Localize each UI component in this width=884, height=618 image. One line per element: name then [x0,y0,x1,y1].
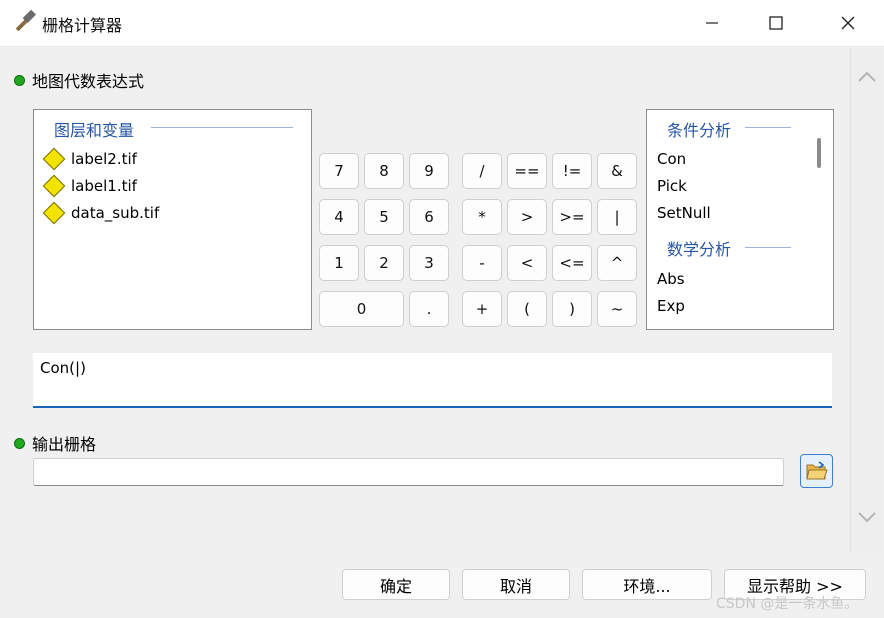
key-plus[interactable]: + [462,291,502,327]
key-2[interactable]: 2 [364,245,404,281]
ok-button[interactable]: 确定 [342,569,450,600]
key-less-equal[interactable]: <= [552,245,592,281]
key-8[interactable]: 8 [364,153,404,189]
minimize-button[interactable] [682,0,742,46]
key-decimal[interactable]: . [409,291,449,327]
key-left-paren[interactable]: ( [507,291,547,327]
key-greater[interactable]: > [507,199,547,235]
raster-diamond-icon [42,147,66,171]
function-item[interactable]: Con [657,150,686,168]
group-divider [151,127,293,128]
map-algebra-label: 地图代数表达式 [32,72,145,91]
key-or[interactable]: | [597,199,637,235]
required-dot-icon [14,75,25,86]
cancel-button[interactable]: 取消 [462,569,570,600]
key-multiply[interactable]: * [462,199,502,235]
key-divide[interactable]: / [462,153,502,189]
close-button[interactable] [818,0,878,46]
layer-item[interactable]: label2.tif [42,146,137,172]
required-dot-icon [14,438,25,449]
key-equal[interactable]: == [507,153,547,189]
function-item[interactable]: Abs [657,270,685,288]
layers-group-header: 图层和变量 [54,121,135,140]
close-icon [841,16,855,30]
key-4[interactable]: 4 [319,199,359,235]
key-0[interactable]: 0 [319,291,404,327]
layer-name: label2.tif [71,150,137,168]
chevron-up-icon[interactable] [856,66,878,88]
layer-name: label1.tif [71,177,137,195]
function-item[interactable]: Pick [657,177,687,195]
vertical-scrollbar[interactable] [850,48,883,552]
key-xor[interactable]: ^ [597,245,637,281]
expression-text: Con(|) [40,359,86,377]
environments-button[interactable]: 环境... [582,569,712,600]
maximize-button[interactable] [746,0,806,46]
key-3[interactable]: 3 [409,245,449,281]
layer-name: data_sub.tif [71,204,160,222]
key-9[interactable]: 9 [409,153,449,189]
raster-diamond-icon [42,201,66,225]
chevron-down-icon[interactable] [856,506,878,528]
key-and[interactable]: & [597,153,637,189]
key-not-equal[interactable]: != [552,153,592,189]
key-minus[interactable]: - [462,245,502,281]
raster-diamond-icon [42,174,66,198]
group-divider [745,247,791,248]
hammer-icon [16,10,36,31]
maximize-icon [769,16,783,30]
function-item[interactable]: Exp [657,297,685,315]
conditional-group-header: 条件分析 [667,121,732,140]
function-item[interactable]: SetNull [657,204,711,222]
minimize-icon [706,22,718,24]
layer-item[interactable]: label1.tif [42,173,137,199]
expression-input[interactable]: Con(|) [33,353,832,408]
key-6[interactable]: 6 [409,199,449,235]
key-less[interactable]: < [507,245,547,281]
window-title: 栅格计算器 [42,16,123,35]
functions-scroll-thumb[interactable] [817,138,821,168]
functions-listbox[interactable]: 条件分析 Con Pick SetNull 数学分析 Abs Exp [646,109,834,330]
math-group-header: 数学分析 [667,240,732,259]
key-greater-equal[interactable]: >= [552,199,592,235]
title-bar: 栅格计算器 [0,0,884,47]
key-right-paren[interactable]: ) [552,291,592,327]
group-divider [745,127,791,128]
browse-button[interactable] [800,454,833,488]
key-7[interactable]: 7 [319,153,359,189]
watermark: CSDN @是一条水鱼。 [716,596,859,612]
key-not[interactable]: ~ [597,291,637,327]
open-folder-icon [805,461,828,480]
output-raster-input[interactable] [33,458,784,486]
key-5[interactable]: 5 [364,199,404,235]
layers-listbox[interactable]: 图层和变量 label2.tif label1.tif data_sub.tif [33,109,312,330]
layer-item[interactable]: data_sub.tif [42,200,160,226]
output-raster-label: 输出栅格 [32,435,97,454]
key-1[interactable]: 1 [319,245,359,281]
